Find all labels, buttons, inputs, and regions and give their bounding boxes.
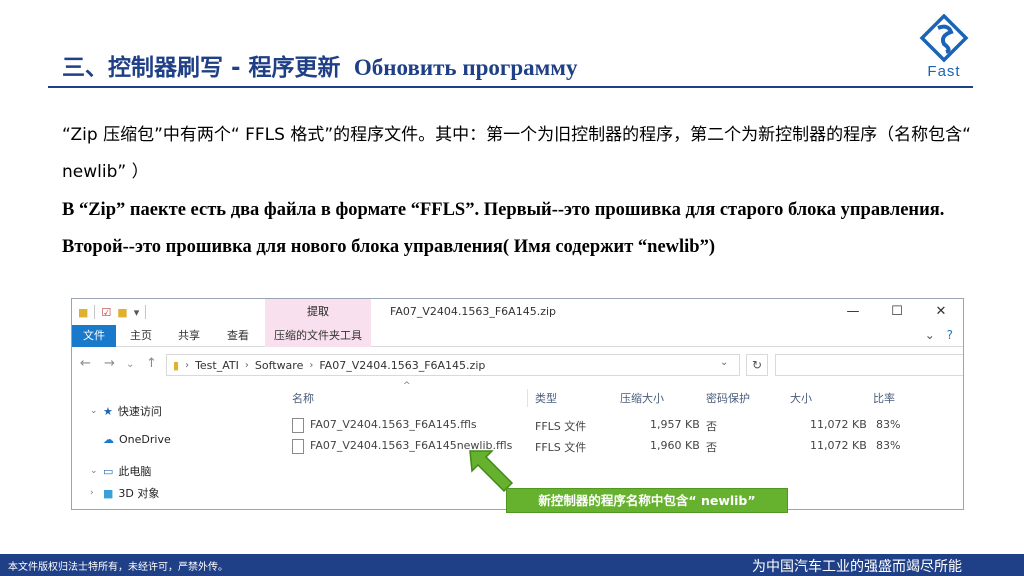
breadcrumb-separator-icon: › [185, 359, 190, 371]
table-row[interactable]: FA07_V2404.1563_F6A145.ffls FFLS 文件 1,95… [292, 416, 963, 436]
chevron-down-icon[interactable]: ⌄ [90, 406, 98, 416]
fast-logo-icon [919, 13, 969, 63]
window-title: FA07_V2404.1563_F6A145.zip [390, 305, 557, 318]
breadcrumb-separator-icon: › [309, 359, 314, 371]
file-compressed-size: 1,960 KB [650, 439, 700, 452]
column-header-size[interactable]: 大小 [790, 390, 812, 406]
file-password: 否 [706, 420, 717, 433]
column-header-password[interactable]: 密码保护 [706, 390, 750, 406]
breadcrumb-zip[interactable]: FA07_V2404.1563_F6A145.zip [319, 359, 485, 372]
tab-view[interactable]: 查看 [227, 325, 249, 347]
nav-item-onedrive[interactable]: ☁ OneDrive [90, 433, 171, 446]
quick-access-toolbar: ■ ☑ ■ ▾ [78, 304, 147, 320]
file-ratio: 83% [876, 418, 901, 431]
footer-bar: 本文件版权归法士特所有，未经许可，严禁外传。 为中国汽车工业的强盛而竭尽所能 [0, 554, 1024, 576]
toolbar-separator [145, 305, 147, 319]
folder-icon[interactable]: ■ [78, 306, 88, 319]
tab-compressed-folder-tools[interactable]: 压缩的文件夹工具 [265, 325, 371, 347]
new-folder-icon[interactable]: ■ [117, 306, 127, 319]
description-cn: “Zip 压缩包”中有两个“ FFLS 格式”的程序文件。其中：第一个为旧控制器… [62, 125, 971, 182]
address-dropdown-icon[interactable]: ⌄ [720, 357, 728, 368]
file-type: FFLS 文件 [535, 441, 587, 454]
title-divider [48, 86, 973, 88]
help-icon[interactable]: ? [947, 328, 953, 342]
breadcrumb-software[interactable]: Software [255, 359, 304, 372]
nav-item-3d-objects[interactable]: › ■ 3D 对象 [90, 485, 159, 501]
tab-home[interactable]: 主页 [130, 325, 152, 347]
tab-extract[interactable]: 提取 [265, 299, 371, 325]
chevron-down-icon[interactable]: ⌄ [925, 328, 935, 342]
company-logo: Fast [918, 13, 970, 80]
nav-label: 3D 对象 [118, 487, 160, 500]
column-header-ratio[interactable]: 比率 [873, 390, 895, 406]
recent-locations-icon[interactable]: ⌄ [126, 359, 134, 370]
cloud-icon: ☁ [103, 433, 114, 446]
file-compressed-size: 1,957 KB [650, 418, 700, 431]
footer-slogan: 为中国汽车工业的强盛而竭尽所能 [752, 559, 962, 575]
window-controls: — ☐ ✕ [831, 299, 963, 325]
computer-icon: ▭ [103, 464, 114, 478]
tab-file[interactable]: 文件 [72, 325, 116, 347]
file-password: 否 [706, 441, 717, 454]
slide-title-cn: 三、控制器刷写 - 程序更新 [62, 55, 341, 81]
chevron-down-icon[interactable]: ⌄ [90, 466, 98, 476]
file-size: 11,072 KB [810, 439, 867, 452]
forward-arrow-icon[interactable]: → [104, 356, 115, 371]
breadcrumb-separator-icon: › [244, 359, 249, 371]
window-titlebar: ■ ☑ ■ ▾ 提取 FA07_V2404.1563_F6A145.zip — … [72, 299, 963, 325]
refresh-button[interactable]: ↻ [746, 354, 768, 376]
file-ratio: 83% [876, 439, 901, 452]
close-icon[interactable]: ✕ [919, 299, 963, 325]
up-arrow-icon[interactable]: ↑ [146, 356, 157, 371]
slide-title: 三、控制器刷写 - 程序更新 Обновить программу [62, 48, 577, 82]
address-bar[interactable]: ▮ › Test_ATI › Software › FA07_V2404.156… [166, 354, 740, 376]
cube-icon: ■ [103, 486, 114, 500]
back-arrow-icon[interactable]: ← [80, 356, 91, 371]
column-header-type[interactable]: 类型 [535, 390, 557, 406]
table-row[interactable]: FA07_V2404.1563_F6A145newlib.ffls FFLS 文… [292, 437, 963, 457]
file-name: FA07_V2404.1563_F6A145.ffls [310, 418, 477, 431]
column-header-name[interactable]: 名称 [292, 390, 314, 406]
file-icon [292, 439, 304, 454]
newlib-callout: 新控制器的程序名称中包含“ newlib” [506, 488, 788, 513]
toolbar-separator [94, 305, 96, 319]
breadcrumb-test-ati[interactable]: Test_ATI [195, 359, 239, 372]
zip-folder-icon: ▮ [173, 358, 180, 372]
file-size: 11,072 KB [810, 418, 867, 431]
tab-share[interactable]: 共享 [178, 325, 200, 347]
maximize-icon[interactable]: ☐ [875, 299, 919, 325]
minimize-icon[interactable]: — [831, 299, 875, 325]
ribbon-collapse-help: ⌄ ? [925, 328, 953, 342]
nav-item-quick-access[interactable]: ⌄ ★ 快速访问 [90, 403, 162, 419]
logo-text: Fast [927, 63, 961, 80]
column-header-compressed-size[interactable]: 压缩大小 [620, 390, 664, 406]
chevron-right-icon[interactable]: › [90, 488, 98, 498]
copyright-notice: 本文件版权归法士特所有，未经许可，严禁外传。 [8, 562, 228, 573]
file-type: FFLS 文件 [535, 420, 587, 433]
navigation-bar: ← → ⌄ ↑ ▮ › Test_ATI › Software › FA07_V… [72, 352, 963, 378]
file-icon [292, 418, 304, 433]
ribbon-tabs: 文件 主页 共享 查看 压缩的文件夹工具 ⌄ ? [72, 325, 963, 347]
nav-label: OneDrive [119, 433, 171, 446]
slide-title-ru: Обновить программу [353, 55, 578, 80]
search-input[interactable] [775, 354, 963, 376]
description-ru: В “Zip” паекте есть два файла в формате … [62, 200, 945, 257]
sort-ascending-icon: ^ [403, 381, 411, 391]
customize-toolbar-icon[interactable]: ▾ [134, 306, 140, 319]
nav-label: 快速访问 [117, 405, 162, 418]
nav-label: 此电脑 [118, 465, 152, 478]
navigation-pane: ⌄ ★ 快速访问 ☁ OneDrive ⌄ ▭ 此电脑 › ■ 3D 对象 [72, 385, 272, 509]
star-icon: ★ [103, 404, 113, 418]
column-divider[interactable] [527, 389, 528, 407]
properties-icon[interactable]: ☑ [101, 306, 111, 319]
nav-item-this-pc[interactable]: ⌄ ▭ 此电脑 [90, 463, 151, 479]
callout-arrow-icon [469, 450, 514, 493]
